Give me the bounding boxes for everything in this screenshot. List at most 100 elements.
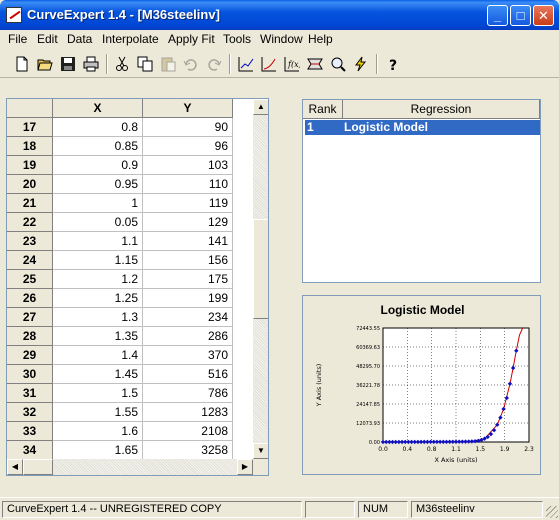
cell-y[interactable]: 141 — [143, 232, 233, 251]
title-bar[interactable]: CurveExpert 1.4 - [M36steelinv] _ □ ✕ — [0, 0, 559, 30]
menu-file[interactable]: File — [8, 32, 27, 46]
horizontal-scroll-thumb[interactable] — [23, 459, 53, 475]
vertical-scrollbar[interactable]: ▲ ▼ — [253, 99, 268, 459]
row-number[interactable]: 32 — [7, 403, 53, 422]
cell-x[interactable]: 1.4 — [53, 346, 143, 365]
row-number[interactable]: 30 — [7, 365, 53, 384]
cell-y[interactable]: 786 — [143, 384, 233, 403]
row-number[interactable]: 26 — [7, 289, 53, 308]
undo-button[interactable] — [180, 53, 202, 75]
row-number[interactable]: 29 — [7, 346, 53, 365]
cell-x[interactable]: 0.85 — [53, 137, 143, 156]
help-button[interactable]: ? — [382, 53, 404, 75]
cell-x[interactable]: 1.5 — [53, 384, 143, 403]
fx-function-button[interactable]: f(x) — [281, 53, 303, 75]
paste-button[interactable] — [157, 53, 179, 75]
cell-x[interactable]: 0.05 — [53, 213, 143, 232]
cell-x[interactable]: 1.55 — [53, 403, 143, 422]
cell-y[interactable]: 234 — [143, 308, 233, 327]
row-number[interactable]: 28 — [7, 327, 53, 346]
plot-data-button[interactable] — [235, 53, 257, 75]
row-number[interactable]: 23 — [7, 232, 53, 251]
cell-x[interactable]: 0.95 — [53, 175, 143, 194]
menu-data[interactable]: Data — [67, 32, 92, 46]
cell-y[interactable]: 103 — [143, 156, 233, 175]
zoom-graph-button[interactable] — [327, 53, 349, 75]
scroll-up-button[interactable]: ▲ — [253, 99, 268, 115]
curve-fit-button[interactable] — [258, 53, 280, 75]
cell-x[interactable]: 1.45 — [53, 365, 143, 384]
close-button[interactable]: ✕ — [533, 5, 554, 26]
row-number[interactable]: 24 — [7, 251, 53, 270]
horizontal-scrollbar[interactable]: ◀ ▶ — [7, 459, 253, 475]
menu-apply-fit[interactable]: Apply Fit — [168, 32, 215, 46]
copy-button[interactable] — [134, 53, 156, 75]
print-button[interactable] — [80, 53, 102, 75]
row-number[interactable]: 27 — [7, 308, 53, 327]
cell-x[interactable]: 1.1 — [53, 232, 143, 251]
cell-x[interactable]: 1.35 — [53, 327, 143, 346]
cell-x[interactable]: 1.25 — [53, 289, 143, 308]
results-row-selected[interactable]: 1 Logistic Model — [305, 120, 540, 135]
cell-y[interactable]: 1283 — [143, 403, 233, 422]
new-file-button[interactable] — [11, 53, 33, 75]
cell-y[interactable]: 96 — [143, 137, 233, 156]
quick-fit-button[interactable] — [350, 53, 372, 75]
row-number[interactable]: 17 — [7, 118, 53, 137]
cell-y[interactable]: 129 — [143, 213, 233, 232]
menu-interpolate[interactable]: Interpolate — [102, 32, 159, 46]
graph-pane[interactable]: Logistic Model 0.0 0.4 0.8 1.1 1.5 1.9 2.3 0.00… — [302, 295, 541, 475]
results-header-regression[interactable]: Regression — [343, 100, 540, 119]
cell-x[interactable]: 0.8 — [53, 118, 143, 137]
cut-button[interactable] — [111, 53, 133, 75]
row-number[interactable]: 34 — [7, 441, 53, 460]
cell-x[interactable]: 1.65 — [53, 441, 143, 460]
row-number[interactable]: 31 — [7, 384, 53, 403]
maximize-button[interactable]: □ — [510, 5, 531, 26]
resize-grip[interactable] — [546, 506, 558, 518]
cell-x[interactable]: 1.2 — [53, 270, 143, 289]
cell-y[interactable]: 3258 — [143, 441, 233, 460]
scroll-down-button[interactable]: ▼ — [253, 443, 268, 459]
curve-finder-button[interactable] — [304, 53, 326, 75]
redo-button[interactable] — [203, 53, 225, 75]
row-number[interactable]: 18 — [7, 137, 53, 156]
cell-y[interactable]: 110 — [143, 175, 233, 194]
cell-y[interactable]: 156 — [143, 251, 233, 270]
vertical-scroll-thumb[interactable] — [253, 219, 268, 319]
column-header-y[interactable]: Y — [143, 99, 233, 118]
scroll-left-button[interactable]: ◀ — [7, 459, 23, 475]
column-header-x[interactable]: X — [53, 99, 143, 118]
sheet-corner[interactable] — [7, 99, 53, 118]
data-spreadsheet[interactable]: X Y 17 0.8 90 18 0.85 96 19 0.9 103 20 0.95 110 21 1 1… — [6, 98, 269, 476]
menu-tools[interactable]: Tools — [223, 32, 251, 46]
cell-x[interactable]: 1.6 — [53, 422, 143, 441]
row-number[interactable]: 33 — [7, 422, 53, 441]
cell-y[interactable]: 516 — [143, 365, 233, 384]
results-header-rank[interactable]: Rank — [303, 100, 343, 119]
row-number[interactable]: 22 — [7, 213, 53, 232]
cell-x[interactable]: 1.15 — [53, 251, 143, 270]
minimize-button[interactable]: _ — [487, 5, 508, 26]
row-number[interactable]: 25 — [7, 270, 53, 289]
row-number[interactable]: 20 — [7, 175, 53, 194]
row-number[interactable]: 19 — [7, 156, 53, 175]
cell-y[interactable]: 90 — [143, 118, 233, 137]
menu-help[interactable]: Help — [308, 32, 333, 46]
menu-edit[interactable]: Edit — [37, 32, 58, 46]
results-list[interactable]: Rank Regression 1 Logistic Model — [302, 99, 541, 283]
menu-window[interactable]: Window — [260, 32, 303, 46]
cell-y[interactable]: 119 — [143, 194, 233, 213]
scroll-right-button[interactable]: ▶ — [237, 459, 253, 475]
cell-y[interactable]: 199 — [143, 289, 233, 308]
logistic-model-chart[interactable]: 0.0 0.4 0.8 1.1 1.5 1.9 2.3 0.00 12073.93 24147.8… — [303, 296, 542, 476]
cell-x[interactable]: 0.9 — [53, 156, 143, 175]
cell-x[interactable]: 1.3 — [53, 308, 143, 327]
row-number[interactable]: 21 — [7, 194, 53, 213]
cell-y[interactable]: 286 — [143, 327, 233, 346]
open-button[interactable] — [34, 53, 56, 75]
cell-y[interactable]: 175 — [143, 270, 233, 289]
cell-x[interactable]: 1 — [53, 194, 143, 213]
cell-y[interactable]: 370 — [143, 346, 233, 365]
app-icon[interactable] — [6, 7, 22, 23]
